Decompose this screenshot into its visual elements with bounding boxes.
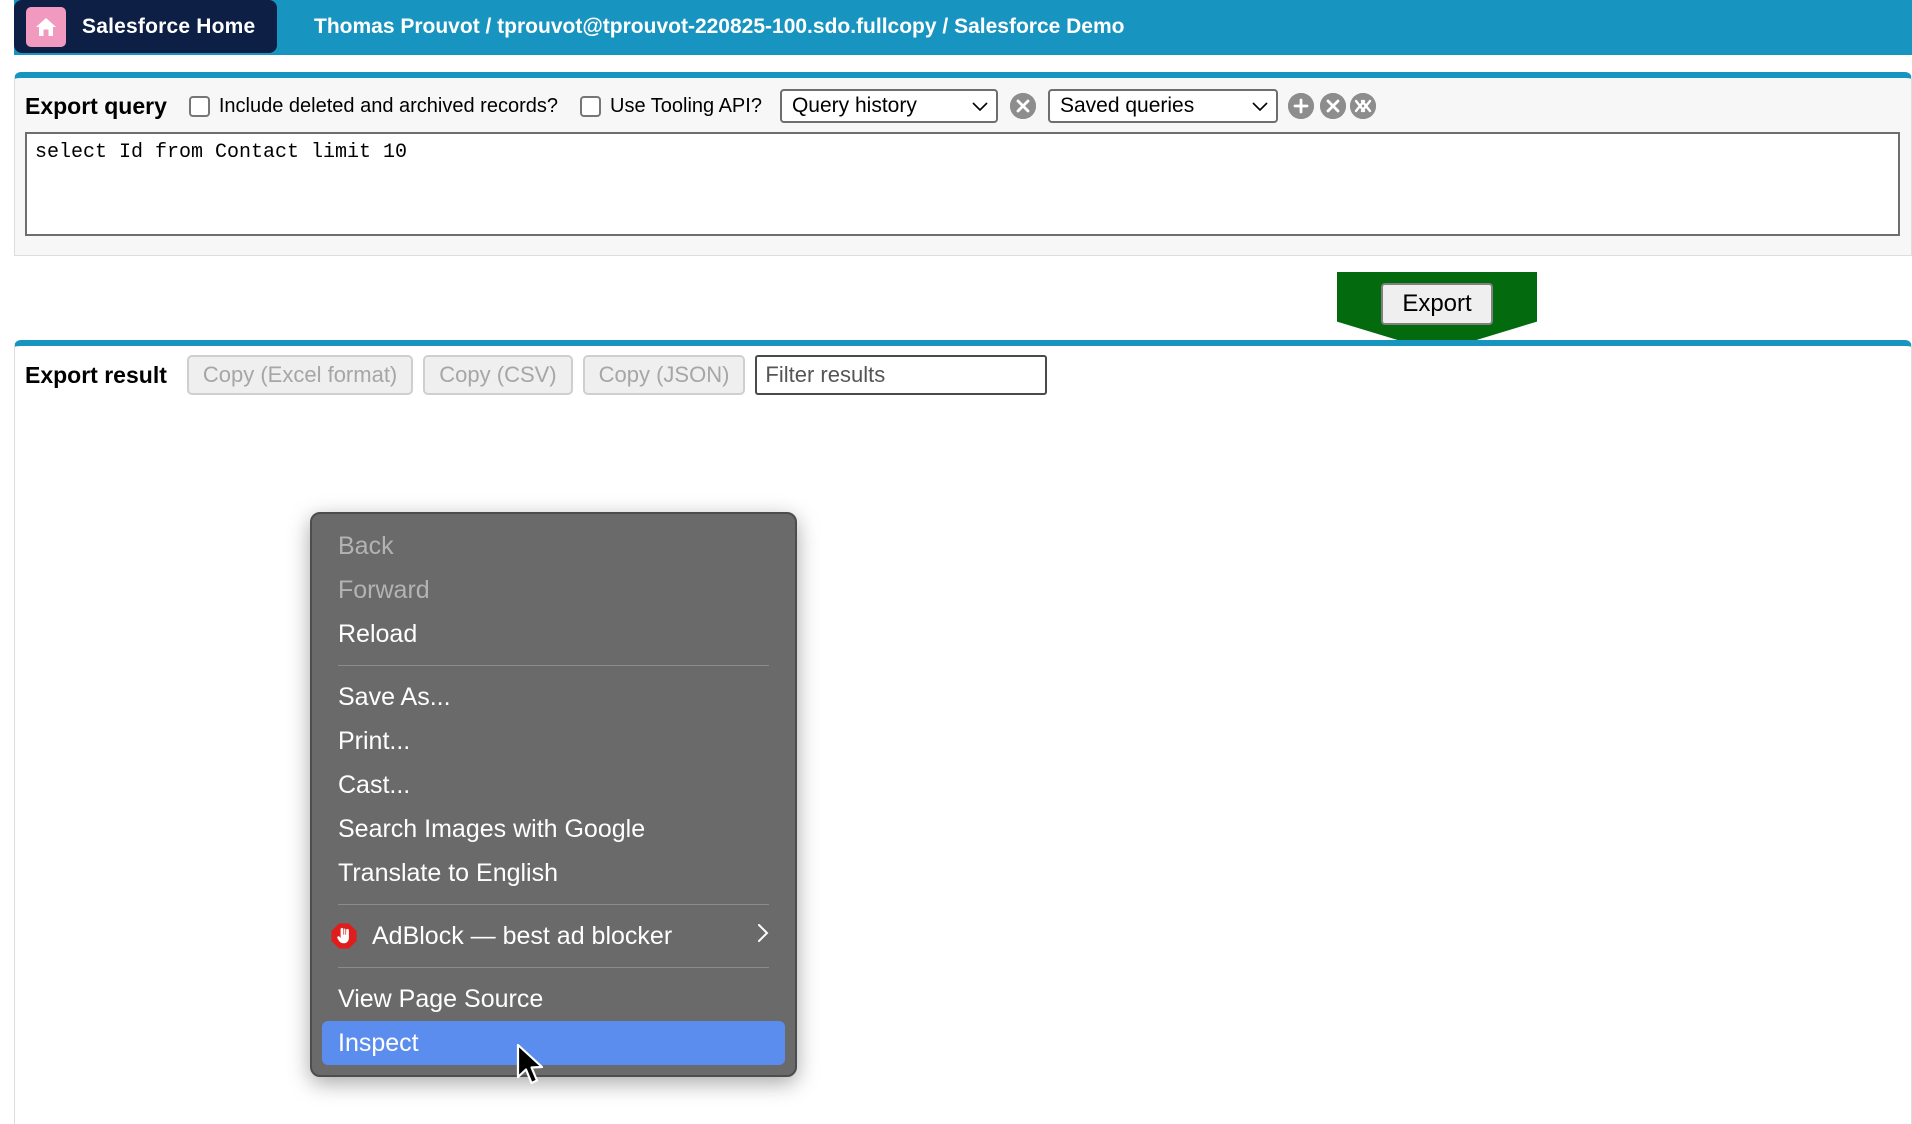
export-result-title: Export result bbox=[25, 361, 167, 388]
menu-item-adblock-label: AdBlock — best ad blocker bbox=[372, 921, 673, 950]
include-deleted-checkbox-group[interactable]: Include deleted and archived records? bbox=[188, 94, 558, 118]
saved-queries-select[interactable]: Saved queries bbox=[1047, 89, 1278, 123]
chevron-right-icon bbox=[757, 922, 769, 950]
salesforce-header-bar: Salesforce Home Thomas Prouvot / tprouvo… bbox=[14, 0, 1912, 55]
menu-item-back: Back bbox=[338, 531, 394, 560]
query-history-select[interactable]: Query history bbox=[779, 89, 998, 123]
menu-item-save-as[interactable]: Save As... bbox=[312, 675, 795, 719]
home-icon bbox=[26, 6, 66, 47]
menu-item-cast[interactable]: Cast... bbox=[312, 763, 795, 807]
plus-circle-icon bbox=[1287, 93, 1314, 119]
menu-separator bbox=[338, 665, 769, 666]
chevron-down-icon bbox=[972, 94, 988, 118]
clear-query-history-button[interactable] bbox=[1009, 93, 1036, 119]
menu-item-adblock[interactable]: AdBlock — best ad blocker bbox=[312, 914, 795, 958]
copy-excel-button[interactable]: Copy (Excel format) bbox=[186, 355, 414, 395]
menu-item-inspect[interactable]: Inspect bbox=[322, 1021, 785, 1065]
menu-separator bbox=[338, 967, 769, 968]
add-saved-query-button[interactable] bbox=[1287, 93, 1314, 119]
x-circle-icon bbox=[1319, 93, 1346, 119]
filter-results-input[interactable]: Filter results bbox=[755, 355, 1048, 395]
menu-separator bbox=[338, 904, 769, 905]
app-root: Salesforce Home Thomas Prouvot / tprouvo… bbox=[0, 0, 1912, 1124]
menu-item-print[interactable]: Print... bbox=[312, 719, 795, 763]
x-circle-icon bbox=[1009, 93, 1036, 119]
copy-json-button[interactable]: Copy (JSON) bbox=[582, 355, 746, 395]
adblock-hand-icon bbox=[330, 922, 358, 950]
query-history-selected-value: Query history bbox=[791, 94, 917, 117]
export-result-toolbar: Export result Copy (Excel format) Copy (… bbox=[25, 354, 1048, 396]
export-query-toolbar: Export query Include deleted and archive… bbox=[25, 86, 1376, 126]
copy-csv-button[interactable]: Copy (CSV) bbox=[423, 355, 573, 395]
menu-item-reload[interactable]: Reload bbox=[312, 612, 795, 656]
export-query-panel: Export query Include deleted and archive… bbox=[14, 72, 1912, 256]
menu-item-forward: Forward bbox=[338, 575, 430, 604]
menu-item-translate-to-english[interactable]: Translate to English bbox=[312, 851, 795, 895]
delete-all-saved-queries-button[interactable] bbox=[1349, 93, 1376, 119]
export-button[interactable]: Export bbox=[1381, 283, 1493, 325]
salesforce-home-label: Salesforce Home bbox=[82, 14, 256, 38]
use-tooling-api-label: Use Tooling API? bbox=[610, 94, 762, 117]
double-x-circle-icon bbox=[1349, 93, 1376, 119]
export-result-panel: Export result Copy (Excel format) Copy (… bbox=[14, 340, 1912, 1124]
chevron-down-icon bbox=[1252, 94, 1268, 118]
include-deleted-label: Include deleted and archived records? bbox=[218, 94, 558, 117]
browser-context-menu: Back Forward Reload Save As... Print... … bbox=[310, 512, 797, 1077]
soql-query-input[interactable]: select Id from Contact limit 10 bbox=[25, 132, 1900, 236]
salesforce-home-button[interactable]: Salesforce Home bbox=[14, 0, 278, 53]
saved-queries-selected-value: Saved queries bbox=[1059, 94, 1195, 117]
delete-saved-query-button[interactable] bbox=[1319, 93, 1346, 119]
use-tooling-api-checkbox[interactable] bbox=[580, 95, 601, 117]
use-tooling-api-checkbox-group[interactable]: Use Tooling API? bbox=[580, 95, 762, 118]
menu-item-view-page-source[interactable]: View Page Source bbox=[312, 977, 795, 1021]
menu-item-search-images-with-google[interactable]: Search Images with Google bbox=[312, 807, 795, 851]
include-deleted-checkbox[interactable] bbox=[188, 95, 210, 117]
org-info-text: Thomas Prouvot / tprouvot@tprouvot-22082… bbox=[314, 14, 1125, 38]
export-query-title: Export query bbox=[25, 92, 167, 119]
